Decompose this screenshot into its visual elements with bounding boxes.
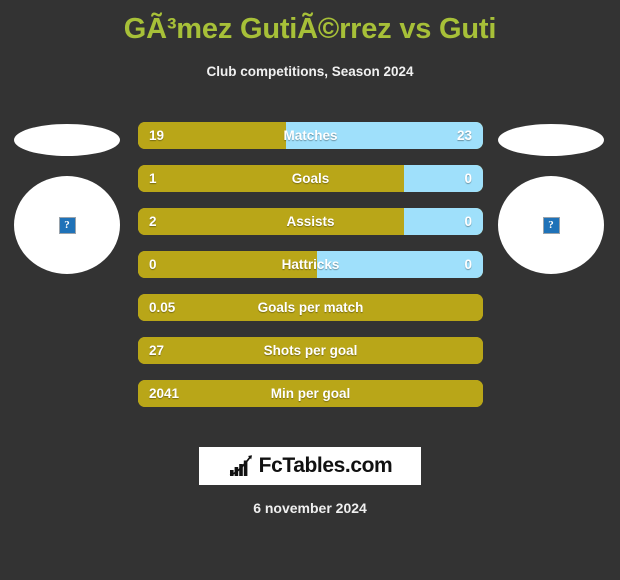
stat-label: Shots per goal [263,343,358,358]
stat-bar-row: 1 0 Goals [138,165,483,192]
stat-comparison-page: GÃ³mez GutiÃ©rrez vs Guti Club competiti… [0,0,620,580]
stat-label: Assists [286,214,335,229]
stat-bar-row: 27 Shots per goal [138,337,483,364]
stat-bar-row: 2041 Min per goal [138,380,483,407]
report-date: 6 november 2024 [253,500,367,516]
page-subtitle: Club competitions, Season 2024 [206,64,414,79]
stat-bar-row: 0.05 Goals per match [138,294,483,321]
broken-image-icon: ? [542,216,560,234]
stat-label: Matches [283,128,338,143]
page-title: GÃ³mez GutiÃ©rrez vs Guti [123,13,497,45]
stat-bar-row: 2 0 Assists [138,208,483,235]
stat-bar-row: 0 0 Hattricks [138,251,483,278]
player-photo-away: ? [498,120,604,280]
stat-bars-list: 19 23 Matches 1 0 Goals 2 0 Assists 0 0 Hattricks 0.… [138,122,483,423]
photo-ellipse-body: ? [14,176,120,274]
logo-text: FcTables.com [258,454,393,477]
player-photo-home: ? [14,120,120,280]
stat-label: Goals per match [257,300,364,315]
photo-ellipse-top [14,124,120,156]
stat-label: Hattricks [281,257,340,272]
stat-bar-row: 19 23 Matches [138,122,483,149]
photo-ellipse-body: ? [498,176,604,274]
photo-ellipse-top [498,124,604,156]
bar-chart-growth-icon [229,455,252,476]
broken-image-icon: ? [58,216,76,234]
stat-label: Goals [291,171,330,186]
fctables-logo[interactable]: FcTables.com [199,447,421,485]
stat-label: Min per goal [270,386,351,401]
